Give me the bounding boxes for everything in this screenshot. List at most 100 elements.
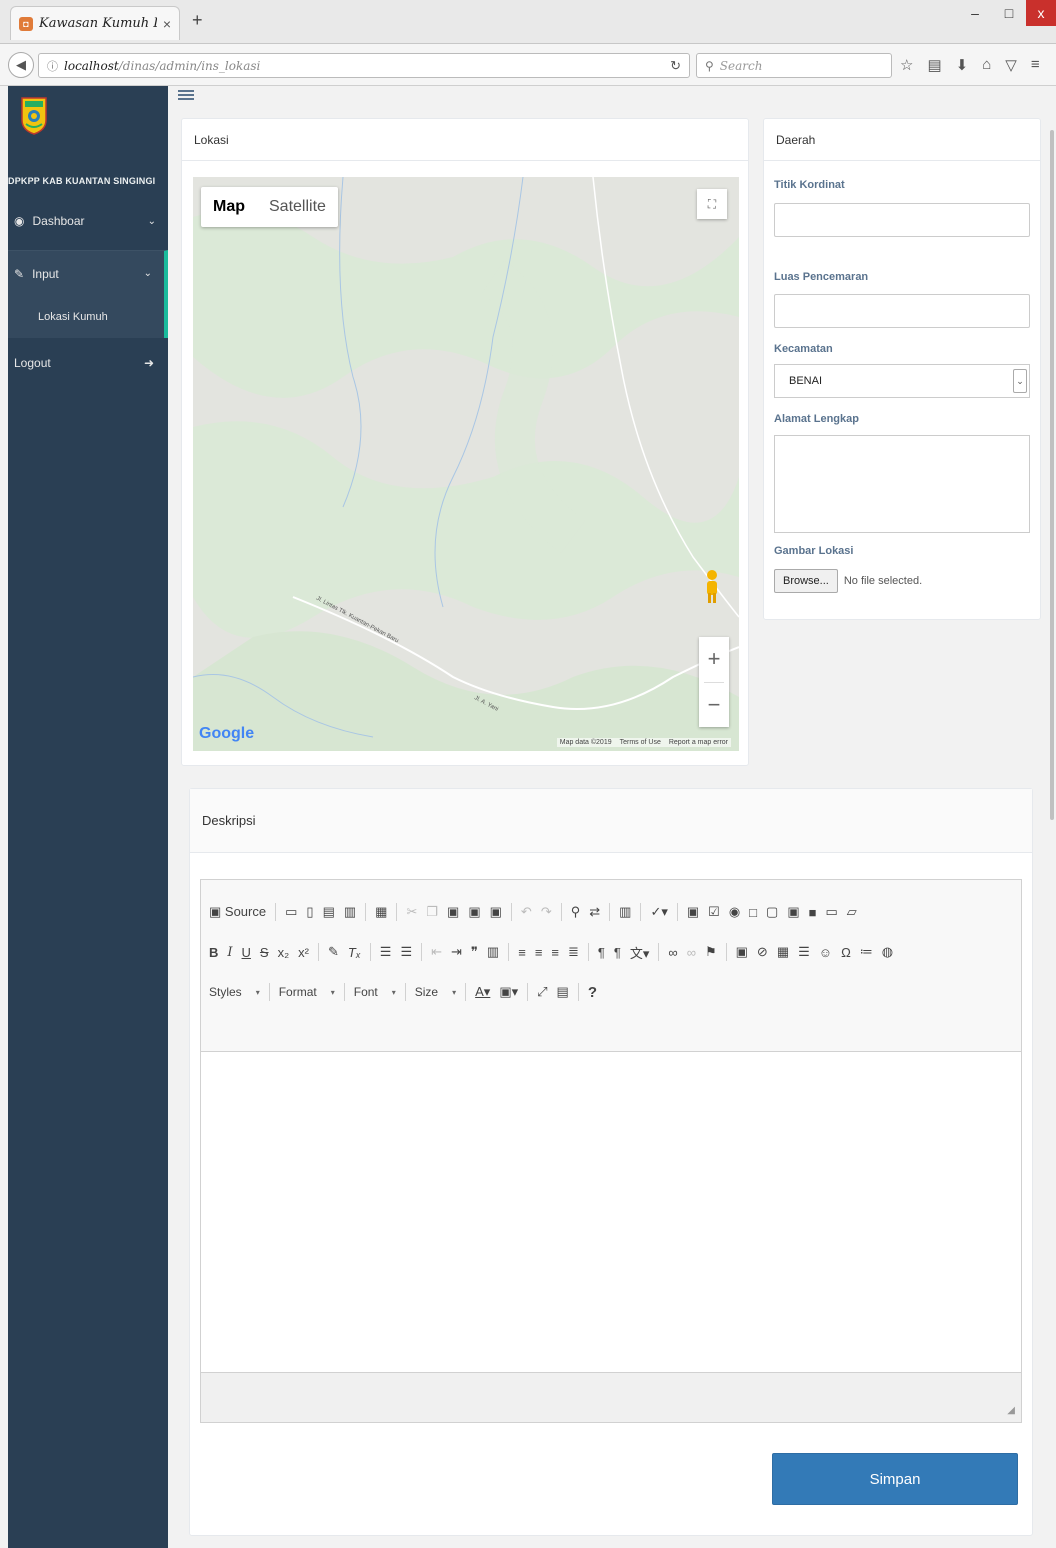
satellite-tab[interactable]: Satellite [257,187,338,227]
div-icon[interactable]: ▥ [487,944,499,960]
templates-icon[interactable]: ▦ [375,904,387,920]
select-all-icon[interactable]: ▥ [619,904,631,920]
reload-icon[interactable]: ↻ [670,58,681,74]
bg-color-icon[interactable]: ▣▾ [499,984,518,1000]
size-combo[interactable]: Size ▾ [415,985,456,999]
subscript-icon[interactable]: x₂ [278,945,290,960]
titik-kordinat-input[interactable] [774,203,1030,237]
bold-icon[interactable]: B [209,945,218,960]
indent-icon[interactable]: ⇥ [451,944,462,960]
source-button[interactable]: ▣ Source [209,904,266,920]
sidebar-item-input[interactable]: ✎ Input ⌄ [8,250,168,296]
print-icon[interactable]: ▥ [344,904,356,920]
info-icon[interactable]: ⓘ [47,58,58,74]
link-icon[interactable]: ∞ [668,945,677,960]
horizontal-line-icon[interactable]: ☰ [798,944,810,960]
align-left-icon[interactable]: ≡ [518,945,526,960]
spellcheck-icon[interactable]: ✓▾ [650,904,667,920]
sidebar-subitem-lokasi-kumuh[interactable]: Lokasi Kumuh [8,296,168,338]
superscript-icon[interactable]: x² [298,945,309,960]
browse-button[interactable]: Browse... [774,569,838,593]
map-tab[interactable]: Map [201,187,257,227]
unlink-icon[interactable]: ∞ [687,945,696,960]
show-blocks-icon[interactable]: ▤ [557,984,569,1000]
numbered-list-icon[interactable]: ☰ [380,944,392,960]
smiley-icon[interactable]: ☺ [819,945,832,960]
bulleted-list-icon[interactable]: ☰ [400,944,412,960]
minimize-button[interactable]: ‒ [958,0,992,26]
luas-pencemaran-input[interactable] [774,294,1030,328]
justify-icon[interactable]: ≣ [568,944,579,960]
special-char-icon[interactable]: Ω [841,945,851,960]
report-error-link[interactable]: Report a map error [669,739,728,746]
textarea-icon[interactable]: ▢ [766,904,778,920]
menu-icon[interactable]: ≡ [1031,56,1040,74]
table-icon[interactable]: ▦ [777,944,789,960]
redo-icon[interactable]: ↷ [541,904,552,920]
remove-format-icon[interactable]: Tₓ [348,945,361,960]
align-center-icon[interactable]: ≡ [535,945,543,960]
bookmark-star-icon[interactable]: ☆ [900,56,913,74]
save-icon[interactable]: ▭ [285,904,297,920]
zoom-out-button[interactable]: − [699,683,729,728]
image-icon[interactable]: ▣ [736,944,748,960]
back-arrow-icon[interactable]: ◀ [8,52,34,78]
paste-icon[interactable]: ▣ [447,904,459,920]
maximize-icon[interactable]: ⤢ [537,984,547,1000]
browser-tab[interactable]: ◘ Kawasan Kumuh Di K... × [10,6,180,40]
new-tab-button[interactable]: + [192,10,203,31]
maximize-button[interactable]: □ [992,0,1026,26]
checkbox-icon[interactable]: ☑ [708,904,720,920]
text-color-icon[interactable]: A▾ [475,984,490,1000]
preview-icon[interactable]: ▤ [323,904,335,920]
zoom-in-button[interactable]: + [699,637,729,682]
home-icon[interactable]: ⌂ [982,56,991,74]
page-break-icon[interactable]: ≔ [860,944,873,960]
blockquote-icon[interactable]: ❞ [471,944,478,960]
cut-icon[interactable]: ✂ [406,904,417,920]
new-page-icon[interactable]: ▯ [306,904,313,920]
download-icon[interactable]: ⬇ [956,56,969,74]
flash-icon[interactable]: ⊘ [757,944,768,960]
sidebar-item-logout[interactable]: Logout ➜ [8,348,168,378]
close-window-button[interactable]: x [1026,0,1056,26]
find-icon[interactable]: ⚲ [571,904,581,920]
strike-icon[interactable]: S [260,945,269,960]
language-icon[interactable]: 文▾ [630,943,650,962]
italic-icon[interactable]: I [227,945,232,960]
simpan-button[interactable]: Simpan [772,1453,1018,1505]
editor-content-area[interactable] [201,1052,1021,1372]
copy-format-icon[interactable]: ✎ [328,944,339,960]
help-icon[interactable]: ? [588,984,597,1001]
paste-text-icon[interactable]: ▣ [468,904,480,920]
paste-word-icon[interactable]: ▣ [490,904,502,920]
undo-icon[interactable]: ↶ [521,904,532,920]
format-combo[interactable]: Format ▾ [279,985,335,999]
outdent-icon[interactable]: ⇤ [431,944,442,960]
terms-link[interactable]: Terms of Use [620,739,661,746]
alamat-textarea[interactable] [774,435,1030,533]
textfield-icon[interactable]: □ [749,905,757,920]
fullscreen-icon[interactable]: ⛶ [697,189,727,219]
rtl-icon[interactable]: ¶ [614,945,621,960]
form-icon[interactable]: ▣ [687,904,699,920]
sidebar-item-dashboard[interactable]: ◉ Dashboar ⌄ [8,206,168,236]
address-bar[interactable]: ⓘ localhost/dinas/admin/ins_lokasi ↻ [38,53,690,78]
pocket-icon[interactable]: ▽ [1005,56,1017,74]
styles-combo[interactable]: Styles ▾ [209,985,260,999]
reading-list-icon[interactable]: ▤ [927,56,941,74]
sidebar-toggle-icon[interactable] [178,90,194,100]
align-right-icon[interactable]: ≡ [551,945,559,960]
underline-icon[interactable]: U [242,945,251,960]
street-view-pegman-icon[interactable] [701,569,723,605]
button-field-icon[interactable]: ■ [809,905,817,920]
anchor-icon[interactable]: ⚑ [705,944,717,960]
google-map[interactable]: Jl. Lintas Tlk. Kuantan-Pekan Baru Jl. A… [193,177,739,751]
copy-icon[interactable]: ❐ [426,904,438,920]
iframe-icon[interactable]: ◍ [882,944,893,960]
replace-icon[interactable]: ⇄ [589,904,600,920]
tab-close-icon[interactable]: × [163,16,171,32]
resize-grip-icon[interactable]: ◢ [1007,1405,1015,1416]
ltr-icon[interactable]: ¶ [598,945,605,960]
browser-search-box[interactable]: ⚲ Search [696,53,892,78]
